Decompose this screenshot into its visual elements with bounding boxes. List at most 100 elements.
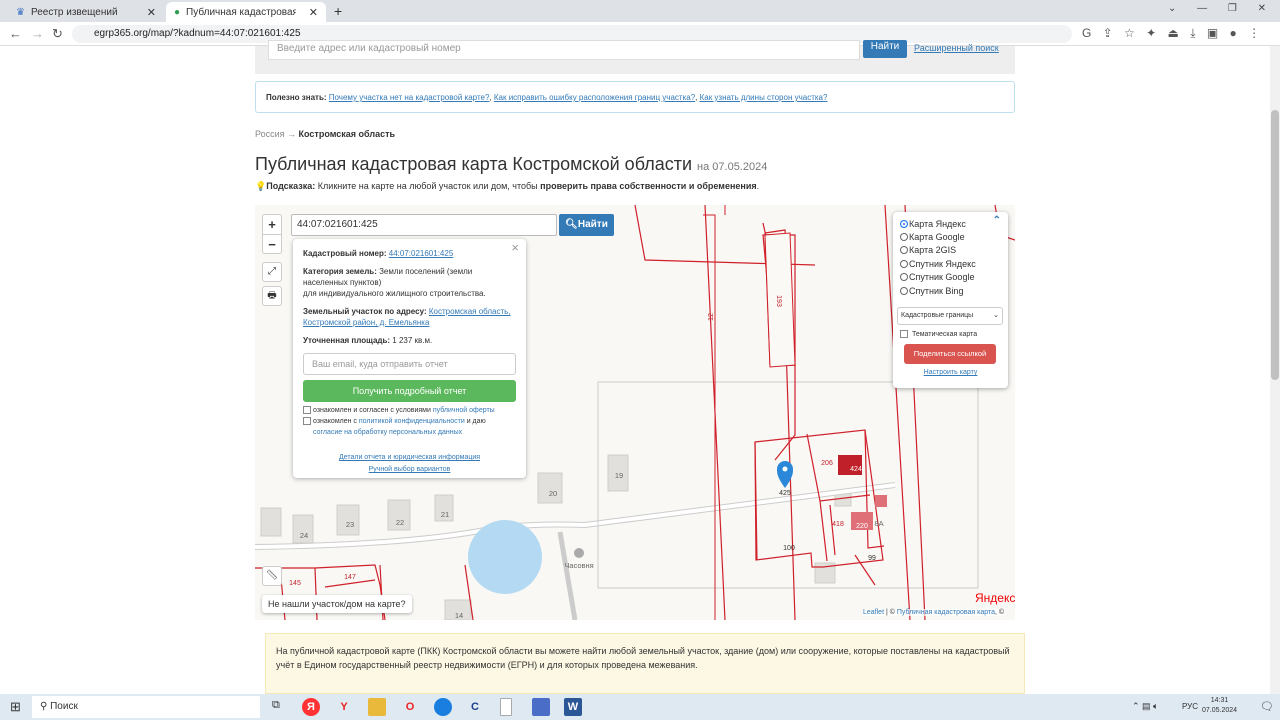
useful-link[interactable]: Как узнать длины сторон участка?	[700, 93, 828, 102]
clock[interactable]: 14:31 07.05.2024	[1202, 696, 1237, 716]
label-206: 206	[821, 460, 833, 467]
file-explorer-icon[interactable]	[368, 698, 386, 716]
building	[537, 472, 563, 504]
layer-option[interactable]: Спутник Google	[900, 271, 1001, 284]
not-found-button[interactable]: Не нашли участок/дом на карте?	[262, 595, 412, 613]
useful-link[interactable]: Как исправить ошибку расположения границ…	[494, 93, 695, 102]
search-icon: ⚲	[40, 701, 48, 712]
pkk-link[interactable]: Публичная кадастровая карта	[897, 609, 995, 616]
pond	[468, 520, 542, 594]
back-icon[interactable]: ←	[9, 26, 22, 41]
manual-choice-link[interactable]: Ручной выбор вариантов	[369, 466, 451, 473]
windows-start-icon[interactable]: ⊞	[10, 699, 21, 715]
tab-bar: ♛ Реестр извещений ✕ ● Публичная кадастрова…	[0, 0, 1280, 22]
label-21: 21	[441, 510, 449, 519]
overlay-select[interactable]: Кадастровые границы ⌄	[897, 307, 1003, 326]
new-tab-button[interactable]: +	[334, 3, 342, 19]
cadastral-number-link[interactable]: 44:07:021601:425	[389, 249, 454, 258]
zoom-control: + −	[262, 214, 282, 254]
yandex-logo: Яндекс	[975, 591, 1016, 605]
app-icon[interactable]	[434, 698, 452, 716]
yandex-browser-icon[interactable]: Y	[335, 698, 353, 716]
zoom-out-button[interactable]: −	[263, 235, 281, 254]
label-424: 424	[850, 466, 862, 473]
offer-link[interactable]: публичной оферты	[433, 407, 495, 414]
label-19: 19	[615, 471, 623, 480]
notification-icon[interactable]: 🗨︎	[1260, 700, 1274, 713]
opera-icon[interactable]: O	[401, 698, 419, 716]
layer-option[interactable]: Карта Google	[900, 230, 1001, 243]
document-icon[interactable]	[500, 698, 512, 716]
ruler-icon[interactable]: 📏︎	[262, 566, 282, 586]
tray-icons[interactable]: ⌃ ▤ 🔈︎	[1132, 701, 1158, 712]
reload-icon[interactable]: ↻	[52, 26, 63, 42]
scrollbar-thumb[interactable]	[1271, 110, 1279, 380]
label-14: 14	[455, 611, 463, 620]
language-indicator[interactable]: РУС	[1182, 702, 1198, 711]
zoom-in-button[interactable]: +	[263, 215, 281, 235]
browser-toolbar-icons[interactable]: G ⇪ ☆ ✦ ⏏ ⤓ ▣ ● ⋮	[1082, 26, 1260, 41]
label-100: 100	[783, 545, 795, 552]
label-20: 20	[549, 489, 557, 498]
radio[interactable]	[900, 286, 908, 295]
chevron-up-icon[interactable]: ⌃	[993, 215, 1001, 226]
word-icon[interactable]: W	[564, 698, 582, 716]
layer-option[interactable]: Спутник Bing	[900, 284, 1001, 297]
thematic-checkbox[interactable]	[900, 330, 908, 339]
radio[interactable]	[900, 273, 908, 282]
label-220: 220	[856, 523, 868, 530]
yandex-app-icon[interactable]: Я	[302, 698, 320, 716]
layer-option[interactable]: Карта 2GIS	[900, 244, 1001, 257]
tab-reestr[interactable]: ♛ Реестр извещений ✕	[8, 2, 164, 22]
print-icon[interactable]: 🖶	[262, 286, 282, 306]
info-box: На публичной кадастровой карте (ПКК) Кос…	[265, 633, 1025, 694]
details-link[interactable]: Детали отчета и юридическая информация	[339, 454, 480, 461]
get-report-button[interactable]: Получить подробный отчет	[303, 380, 516, 402]
breadcrumb-root[interactable]: Россия	[255, 129, 285, 139]
email-input[interactable]: Ваш email, куда отправить отчет	[303, 353, 516, 375]
map-search-button[interactable]: 🔍︎Найти	[559, 214, 614, 236]
layer-option[interactable]: Спутник Яндекс	[900, 257, 1001, 270]
parcel-popup: × Кадастровый номер: 44:07:021601:425 Ка…	[293, 239, 526, 478]
close-tab-icon[interactable]: ✕	[309, 6, 318, 19]
radio[interactable]	[900, 233, 908, 242]
label-145: 145	[289, 580, 301, 587]
share-link-button[interactable]: Поделиться ссылкой	[904, 344, 996, 365]
label-8a: 8А	[874, 519, 883, 528]
hint: 💡Подсказка: Кликните на карте на любой у…	[255, 181, 760, 191]
label-23: 23	[346, 520, 354, 529]
app-icon[interactable]	[532, 698, 550, 716]
radio[interactable]	[900, 246, 908, 255]
taskbar-search[interactable]: ⚲ Поиск	[32, 696, 260, 718]
forward-icon[interactable]: →	[31, 26, 44, 41]
search-button[interactable]: Найти	[863, 40, 907, 58]
radio[interactable]	[900, 259, 908, 268]
privacy-checkbox[interactable]	[303, 417, 311, 426]
fullscreen-icon[interactable]: ⤢	[262, 262, 282, 282]
lightbulb-icon: 💡	[255, 181, 267, 191]
app-c-icon[interactable]: C	[466, 698, 484, 716]
task-view-icon[interactable]: ⧉	[272, 699, 280, 712]
thematic-map-toggle[interactable]: Тематическая карта	[900, 330, 1001, 339]
window-controls[interactable]: ⌄ — ❐ ✕	[1168, 3, 1266, 14]
close-tab-icon[interactable]: ✕	[147, 6, 156, 19]
layers-panel: ⌃ Карта Яндекс Карта Google Карта 2GIS С…	[893, 212, 1008, 388]
cadastral-number-input[interactable]: 44:07:021601:425	[291, 214, 557, 236]
leaflet-link[interactable]: Leaflet	[863, 609, 884, 616]
offer-checkbox[interactable]	[303, 406, 311, 415]
radio-selected[interactable]	[900, 219, 908, 228]
label-425: 425	[779, 490, 791, 497]
address-search-input[interactable]: Введите адрес или кадастровый номер	[268, 40, 860, 60]
tab-pkk[interactable]: ●Публичная кадастровая карта К✕	[166, 2, 326, 22]
building	[260, 507, 282, 537]
close-icon[interactable]: ×	[511, 241, 519, 254]
search-icon: 🔍︎	[565, 219, 578, 230]
road	[557, 531, 578, 620]
configure-map-link[interactable]: Настроить карту	[900, 369, 1001, 376]
advanced-search-link[interactable]: Расширенный поиск	[914, 43, 999, 53]
consent-link[interactable]: согласие на обработку персональных данны…	[303, 429, 462, 436]
useful-link[interactable]: Почему участка нет на кадастровой карте?	[329, 93, 490, 102]
privacy-link[interactable]: политикой конфиденциальности	[359, 418, 465, 425]
layer-option[interactable]: Карта Яндекс	[900, 217, 1001, 230]
label-418: 418	[832, 521, 844, 528]
